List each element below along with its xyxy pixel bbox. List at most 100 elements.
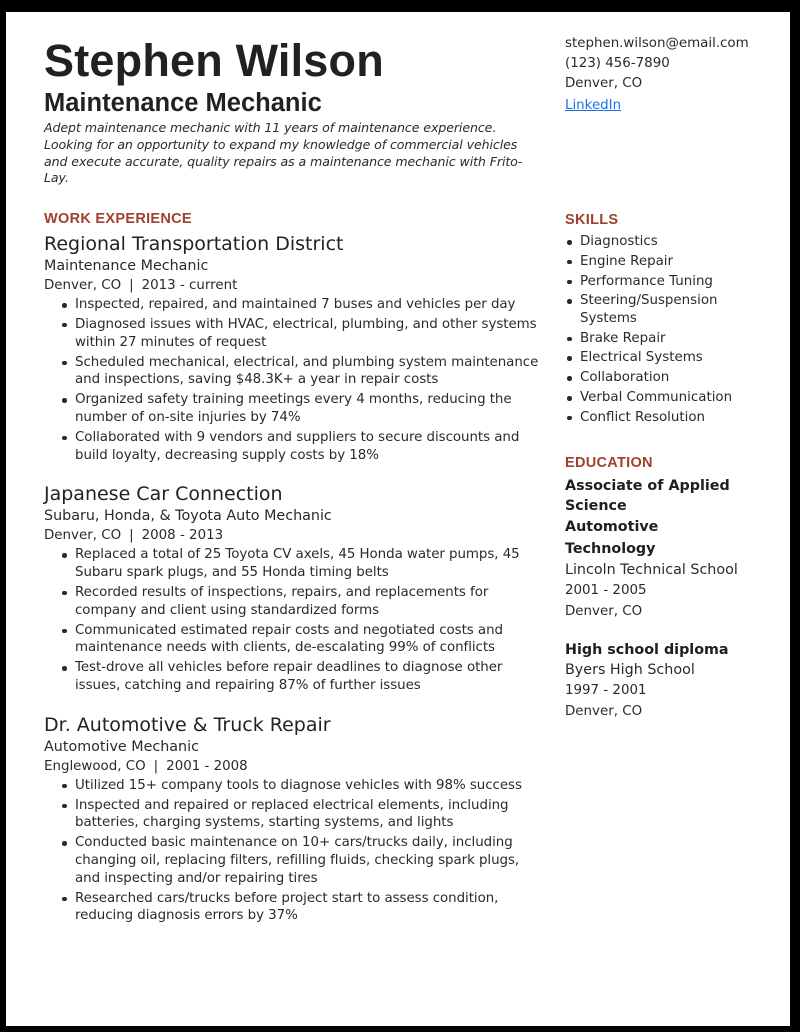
candidate-headline: Maintenance Mechanic [44, 89, 322, 117]
education-location: Denver, CO [565, 703, 643, 719]
skill-item: Verbal Communication [565, 389, 780, 407]
bullet-item: Replaced a total of 25 Toyota CV axels, … [44, 546, 544, 582]
bullet-text: Communicated estimated repair costs and … [75, 622, 503, 656]
skill-item: Diagnostics [565, 233, 780, 251]
bullet-text: Replaced a total of 25 Toyota CV axels, … [75, 547, 520, 581]
job-meta: Denver, CO | 2008 - 2013 [44, 526, 544, 546]
job-entry: Regional Transportation District Mainten… [44, 232, 544, 464]
bullet-icon [567, 376, 572, 381]
bullet-icon [567, 396, 572, 401]
job-title: Maintenance Mechanic [44, 258, 209, 275]
bullet-text: Inspected, repaired, and maintained 7 bu… [75, 297, 516, 313]
bullet-icon [62, 896, 67, 902]
job-bullets: Replaced a total of 25 Toyota CV axels, … [44, 546, 544, 694]
bullet-item: Communicated estimated repair costs and … [44, 622, 544, 658]
bullet-item: Inspected and repaired or replaced elect… [44, 797, 544, 833]
job-entry: Japanese Car Connection Subaru, Honda, &… [44, 482, 544, 694]
bullet-icon [62, 553, 67, 558]
candidate-name: Stephen Wilson [44, 35, 384, 86]
education-entry: Associate of Applied Science Automotive … [565, 476, 780, 622]
job-bullets: Inspected, repaired, and maintained 7 bu… [44, 296, 544, 464]
job-meta: Denver, CO | 2013 - current [44, 276, 544, 296]
bullet-item: Conducted basic maintenance on 10+ cars/… [44, 834, 544, 887]
bullet-icon [62, 303, 67, 308]
skill-item: Electrical Systems [565, 349, 780, 367]
bullet-item: Scheduled mechanical, electrical, and pl… [44, 354, 544, 390]
bullet-text: Researched cars/trucks before project st… [75, 890, 499, 924]
bullet-item: Recorded results of inspections, repairs… [44, 584, 544, 620]
contact-email[interactable]: stephen.wilson@email.com [565, 34, 780, 54]
bullet-icon [62, 803, 67, 809]
bullet-icon [567, 415, 572, 421]
education-degree: High school diploma [565, 642, 729, 659]
education-heading: EDUCATION [565, 455, 653, 472]
resume-page: Stephen Wilson Maintenance Mechanic Adep… [6, 12, 790, 1026]
bullet-item: Diagnosed issues with HVAC, electrical, … [44, 316, 544, 352]
skill-item: Steering/Suspension Systems [565, 292, 780, 327]
bullet-icon [62, 841, 67, 846]
bullet-text: Test-drove all vehicles before repair de… [75, 660, 503, 693]
bullet-item: Test-drove all vehicles before repair de… [44, 659, 544, 695]
company-name: Japanese Car Connection [44, 483, 283, 506]
job-title: Subaru, Honda, & Toyota Auto Mechanic [44, 508, 332, 525]
education-location: Denver, CO [565, 603, 643, 619]
education-school: Byers High School [565, 662, 695, 679]
bullet-icon [62, 783, 67, 789]
skill-text: Brake Repair [580, 330, 666, 346]
contact-block: stephen.wilson@email.com (123) 456-7890 … [565, 34, 780, 116]
job-location: Denver, CO [44, 278, 122, 294]
job-dates: 2013 - current [141, 278, 238, 294]
bullet-text: Inspected and repaired or replaced elect… [75, 797, 509, 831]
job-location: Denver, CO [44, 528, 122, 544]
bullet-icon [567, 259, 572, 265]
job-title: Automotive Mechanic [44, 738, 199, 755]
bullet-icon [62, 666, 67, 671]
education-degree: Associate of Applied Science [565, 478, 730, 515]
meta-separator: | [129, 278, 134, 294]
bullet-icon [62, 590, 67, 596]
meta-separator: | [129, 528, 134, 544]
education-school: Lincoln Technical School [565, 562, 738, 579]
bullet-text: Diagnosed issues with HVAC, electrical, … [75, 316, 537, 350]
skill-text: Electrical Systems [580, 350, 703, 366]
bullet-text: Utilized 15+ company tools to diagnose v… [75, 777, 522, 793]
job-meta: Englewood, CO | 2001 - 2008 [44, 757, 544, 777]
work-experience-heading: WORK EXPERIENCE [44, 211, 192, 228]
job-dates: 2001 - 2008 [166, 758, 248, 774]
bullet-icon [567, 240, 572, 245]
bullet-item: Organized safety training meetings every… [44, 391, 544, 427]
education-field: Automotive Technology [565, 519, 659, 558]
skill-text: Diagnostics [580, 234, 658, 249]
skill-item: Conflict Resolution [565, 409, 780, 427]
bullet-icon [567, 356, 572, 361]
company-name: Dr. Automotive & Truck Repair [44, 713, 331, 736]
bullet-text: Organized safety training meetings every… [75, 392, 512, 425]
skill-item: Performance Tuning [565, 273, 780, 291]
skill-text: Performance Tuning [580, 273, 713, 289]
bullet-item: Utilized 15+ company tools to diagnose v… [44, 777, 544, 795]
bullet-text: Recorded results of inspections, repairs… [75, 584, 489, 618]
job-entry: Dr. Automotive & Truck Repair Automotive… [44, 713, 544, 925]
left-column: Stephen Wilson Maintenance Mechanic Adep… [44, 38, 544, 943]
skill-text: Engine Repair [580, 253, 674, 269]
linkedin-link[interactable]: LinkedIn [565, 96, 621, 116]
education-dates: 1997 - 2001 [565, 683, 647, 699]
bullet-icon [567, 336, 572, 342]
contact-location: Denver, CO [565, 76, 643, 91]
bullet-item: Inspected, repaired, and maintained 7 bu… [44, 296, 544, 314]
bullet-icon [567, 299, 572, 304]
job-location: Englewood, CO [44, 758, 146, 774]
job-dates: 2008 - 2013 [141, 528, 224, 544]
company-name: Regional Transportation District [44, 233, 344, 256]
bullet-icon [62, 628, 67, 634]
bullet-text: Scheduled mechanical, electrical, and pl… [75, 354, 539, 388]
skills-list: Diagnostics Engine Repair Performance Tu… [565, 233, 780, 426]
contact-phone: (123) 456-7890 [565, 56, 670, 71]
bullet-icon [567, 279, 572, 285]
skill-text: Steering/Suspension Systems [580, 293, 718, 326]
bullet-icon [62, 322, 67, 328]
skill-item: Collaboration [565, 369, 780, 387]
bullet-text: Conducted basic maintenance on 10+ cars/… [75, 835, 520, 886]
bullet-icon [62, 435, 67, 441]
skill-item: Brake Repair [565, 330, 780, 348]
